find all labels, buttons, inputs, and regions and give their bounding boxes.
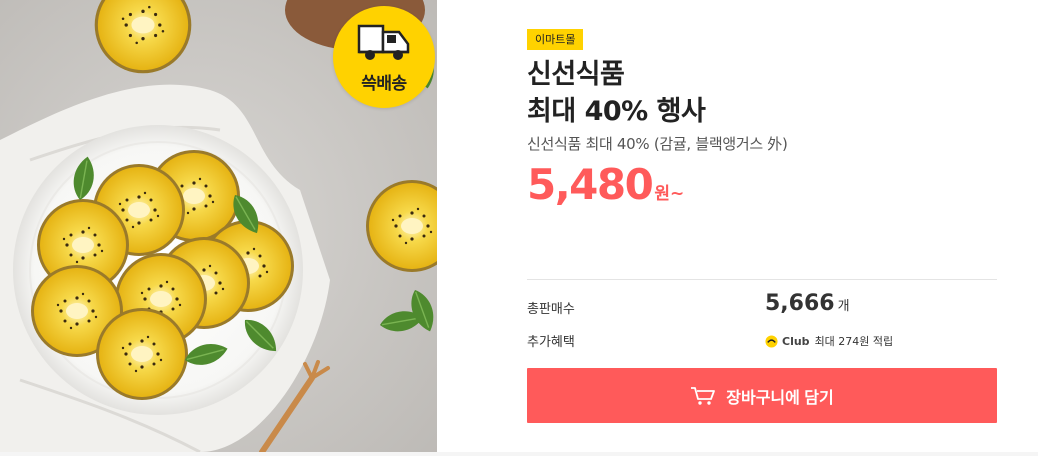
price-value: 5,480 xyxy=(527,160,654,209)
cart-icon xyxy=(691,386,716,405)
total-sold-label: 총판매수 xyxy=(527,302,575,317)
ssg-delivery-badge: 쓱배송 xyxy=(333,6,435,108)
sold-count: 5,666 xyxy=(765,291,835,316)
club-icon xyxy=(765,334,778,348)
product-card: 쓱배송 이마트몰 신선식품 최대 40% 행사 신선식품 최대 40% (감귤,… xyxy=(0,0,1038,452)
mall-badge: 이마트몰 xyxy=(527,29,584,50)
delivery-badge-label: 쓱배송 xyxy=(361,74,407,94)
divider xyxy=(527,279,997,280)
product-image[interactable]: 쓱배송 xyxy=(0,0,437,452)
price-row: 5,480 원~ xyxy=(527,160,684,210)
add-to-cart-button[interactable]: 장바구니에 담기 xyxy=(527,368,997,423)
product-title[interactable]: 신선식품 최대 40% 행사 xyxy=(527,56,997,130)
title-line-2[interactable]: 최대 40% 행사 xyxy=(527,93,997,130)
product-subtitle: 신선식품 최대 40% (감귤, 블랙앵거스 外) xyxy=(527,135,788,153)
extra-benefit-label: 추가혜택 xyxy=(527,335,575,350)
price-unit: 원~ xyxy=(654,184,685,204)
club-benefit-text: 최대 274원 적립 xyxy=(814,335,894,348)
title-line-1[interactable]: 신선식품 xyxy=(527,56,997,93)
club-name: Club xyxy=(782,334,810,348)
club-benefit: Club 최대 274원 적립 xyxy=(765,333,893,349)
add-to-cart-label: 장바구니에 담기 xyxy=(726,389,834,407)
delivery-truck-icon xyxy=(357,24,410,60)
total-sold-value: 5,666 개 xyxy=(765,291,850,316)
sold-unit: 개 xyxy=(837,299,850,314)
product-details: 이마트몰 신선식품 최대 40% 행사 신선식품 최대 40% (감귤, 블랙앵… xyxy=(527,0,997,452)
